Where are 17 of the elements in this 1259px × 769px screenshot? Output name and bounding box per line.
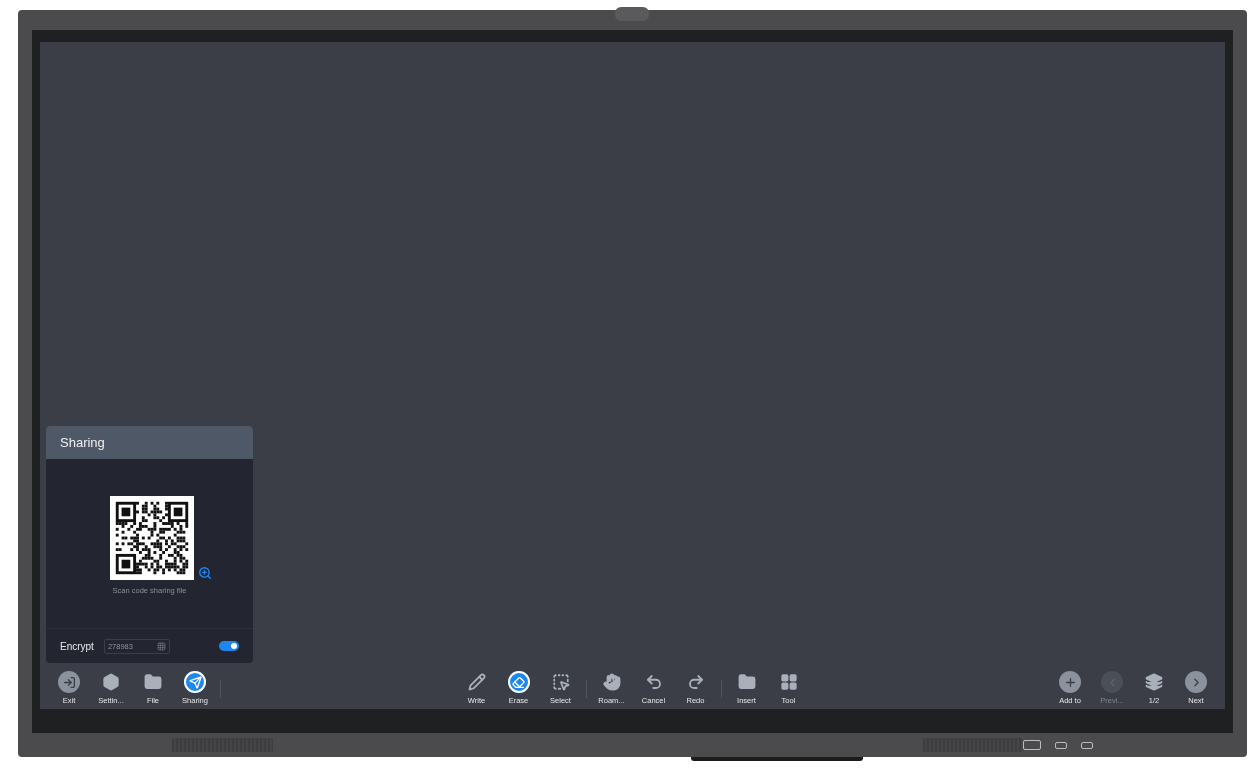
eraser-icon <box>507 671 530 693</box>
keypad-icon[interactable] <box>156 641 166 651</box>
encrypt-label: Encrypt <box>60 640 94 652</box>
port-icon <box>1023 740 1041 750</box>
exit-icon <box>58 671 80 693</box>
camera-icon <box>615 7 649 21</box>
encrypt-toggle[interactable] <box>219 641 239 651</box>
port-icon <box>1081 741 1093 749</box>
port-icon <box>1055 741 1067 749</box>
chevron-left-icon <box>1101 671 1123 693</box>
hexagon-icon <box>100 671 122 693</box>
send-icon <box>184 671 206 693</box>
panel-title: Sharing <box>46 426 253 459</box>
layers-icon <box>1143 671 1165 693</box>
plus-icon <box>1059 671 1081 693</box>
chevron-right-icon <box>1185 671 1207 693</box>
zoom-in-icon[interactable] <box>197 566 212 580</box>
